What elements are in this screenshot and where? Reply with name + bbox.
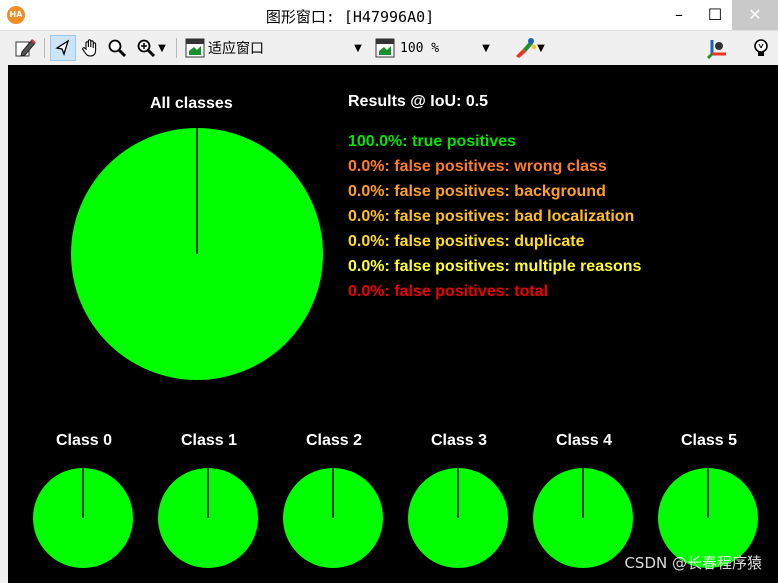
zoom-value-field[interactable]: 100 % <box>400 35 460 61</box>
results-item: 0.0%: false positives: total <box>348 283 549 300</box>
toolbar: ▼ 适应窗口 ▼ 100 % ▼ ▼ <box>0 30 778 66</box>
toolbar-separator <box>44 38 45 58</box>
zoom-window-icon[interactable] <box>372 35 398 61</box>
magnifier-icon[interactable] <box>105 35 129 61</box>
color-paint-icon[interactable]: ▼ <box>505 35 553 61</box>
results-item: 0.0%: false positives: duplicate <box>348 233 585 250</box>
class-label: Class 5 <box>680 432 738 449</box>
zoom-value: 100 % <box>400 40 440 56</box>
edit-icon[interactable] <box>12 35 38 61</box>
lightbulb-icon[interactable] <box>748 35 774 61</box>
results-item: 100.0%: true positives <box>348 133 517 150</box>
class-label: Class 4 <box>555 432 613 449</box>
fit-window-chevron-down-icon[interactable]: ▼ <box>350 35 366 61</box>
results-legend: 100.0%: true positives 0.0%: false positi… <box>348 129 641 304</box>
graphics-canvas[interactable]: All classes Results @ IoU: 0.5 100.0%: t… <box>8 65 778 583</box>
zoom-dropdown-chevron-down-icon[interactable]: ▼ <box>158 43 166 54</box>
results-item: 0.0%: false positives: background <box>348 183 606 200</box>
class-label: Class 1 <box>180 432 238 449</box>
toolbar-separator <box>176 38 177 58</box>
fit-window-icon[interactable] <box>182 35 208 61</box>
class-label: Class 0 <box>55 432 113 449</box>
close-button[interactable]: ✕ <box>732 0 778 30</box>
canvas-frame <box>0 65 8 583</box>
class-label: Class 3 <box>430 432 488 449</box>
axes-icon[interactable] <box>704 35 732 61</box>
class-label: Class 2 <box>305 432 363 449</box>
title-bar: HA 图形窗口: [H47996A0] – ☐ ✕ <box>0 0 778 30</box>
results-item: 0.0%: false positives: multiple reasons <box>348 258 642 275</box>
fit-window-button[interactable]: 适应窗口 <box>208 35 298 61</box>
zoom-in-icon[interactable]: ▼ <box>131 35 171 61</box>
fit-window-label: 适应窗口 <box>208 41 264 57</box>
results-title: Results @ IoU: 0.5 <box>348 93 489 110</box>
results-item: 0.0%: false positives: wrong class <box>348 158 607 175</box>
window-title: 图形窗口: [H47996A0] <box>265 8 435 26</box>
watermark: CSDN @长春程序猿 <box>624 554 762 572</box>
chart-title-all-classes: All classes <box>150 95 233 112</box>
zoom-value-chevron-down-icon[interactable]: ▼ <box>478 35 494 61</box>
pointer-icon[interactable] <box>50 35 76 61</box>
hand-icon[interactable] <box>79 35 103 61</box>
color-chevron-down-icon[interactable]: ▼ <box>537 43 545 54</box>
results-item: 0.0%: false positives: bad localization <box>348 208 635 225</box>
